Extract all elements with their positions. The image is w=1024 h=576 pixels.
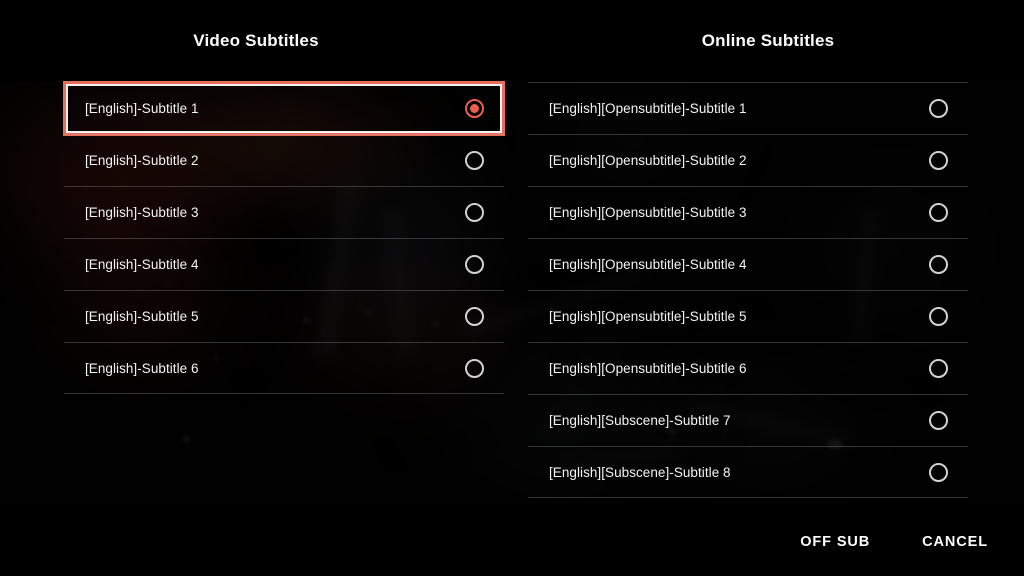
list-item[interactable]: [English][Opensubtitle]-Subtitle 6 <box>528 342 968 394</box>
list-item-label: [English][Opensubtitle]-Subtitle 1 <box>549 101 747 116</box>
radio-unselected-icon[interactable] <box>929 307 948 326</box>
radio-unselected-icon[interactable] <box>929 151 948 170</box>
list-item[interactable]: [English][Subscene]-Subtitle 7 <box>528 394 968 446</box>
list-item-label: [English]-Subtitle 4 <box>85 257 199 272</box>
radio-unselected-icon[interactable] <box>929 411 948 430</box>
list-item-label: [English]-Subtitle 3 <box>85 205 199 220</box>
list-item[interactable]: [English]-Subtitle 6 <box>64 342 504 394</box>
online-subtitles-title: Online Subtitles <box>701 31 835 50</box>
list-item[interactable]: [English][Subscene]-Subtitle 8 <box>528 446 968 498</box>
radio-unselected-icon[interactable] <box>465 151 484 170</box>
list-item[interactable]: [English]-Subtitle 2 <box>64 134 504 186</box>
list-item[interactable]: [English][Opensubtitle]-Subtitle 3 <box>528 186 968 238</box>
list-item-label: [English]-Subtitle 6 <box>85 360 199 376</box>
video-subtitles-title: Video Subtitles <box>193 31 319 50</box>
list-item-label: [English][Opensubtitle]-Subtitle 2 <box>549 153 747 168</box>
radio-unselected-icon[interactable] <box>465 307 484 326</box>
list-item-label: [English]-Subtitle 5 <box>85 309 199 324</box>
radio-unselected-icon[interactable] <box>465 203 484 222</box>
radio-selected-icon[interactable] <box>465 99 484 118</box>
video-subtitles-column: Video Subtitles [English]-Subtitle 1 [En… <box>0 0 512 508</box>
player-screen: Video Subtitles [English]-Subtitle 1 [En… <box>0 0 1024 576</box>
radio-unselected-icon[interactable] <box>929 203 948 222</box>
online-subtitles-list: [English][Opensubtitle]-Subtitle 1 [Engl… <box>528 82 968 498</box>
video-subtitles-list: [English]-Subtitle 1 [English]-Subtitle … <box>63 81 505 394</box>
list-item[interactable]: [English]-Subtitle 1 <box>63 81 505 136</box>
subtitle-columns: Video Subtitles [English]-Subtitle 1 [En… <box>0 0 1024 508</box>
list-item[interactable]: [English]-Subtitle 4 <box>64 238 504 290</box>
list-item-label: [English][Subscene]-Subtitle 7 <box>549 413 731 428</box>
off-sub-button[interactable]: OFF SUB <box>796 528 874 556</box>
radio-unselected-icon[interactable] <box>929 462 948 482</box>
list-item[interactable]: [English][Opensubtitle]-Subtitle 4 <box>528 238 968 290</box>
online-subtitles-column: Online Subtitles [English][Opensubtitle]… <box>512 0 1024 508</box>
list-item-label: [English]-Subtitle 1 <box>85 101 199 116</box>
list-item[interactable]: [English]-Subtitle 3 <box>64 186 504 238</box>
radio-unselected-icon[interactable] <box>929 255 948 274</box>
list-item-label: [English][Opensubtitle]-Subtitle 4 <box>549 257 747 272</box>
cancel-button[interactable]: CANCEL <box>918 528 992 556</box>
radio-unselected-icon[interactable] <box>929 99 948 118</box>
list-item[interactable]: [English][Opensubtitle]-Subtitle 5 <box>528 290 968 342</box>
list-item[interactable]: [English][Opensubtitle]-Subtitle 2 <box>528 134 968 186</box>
dialog-actions: OFF SUB CANCEL <box>0 508 1024 576</box>
list-item[interactable]: [English]-Subtitle 5 <box>64 290 504 342</box>
subtitle-selection-dialog: Video Subtitles [English]-Subtitle 1 [En… <box>0 0 1024 576</box>
list-item-label: [English][Opensubtitle]-Subtitle 5 <box>549 309 747 324</box>
list-item[interactable]: [English][Opensubtitle]-Subtitle 1 <box>528 82 968 134</box>
list-item-label: [English][Subscene]-Subtitle 8 <box>549 464 731 480</box>
radio-unselected-icon[interactable] <box>465 255 484 274</box>
list-item-label: [English][Opensubtitle]-Subtitle 3 <box>549 205 747 220</box>
list-item-label: [English][Opensubtitle]-Subtitle 6 <box>549 361 747 376</box>
radio-unselected-icon[interactable] <box>465 358 484 378</box>
list-item-label: [English]-Subtitle 2 <box>85 153 199 168</box>
radio-unselected-icon[interactable] <box>929 359 948 378</box>
